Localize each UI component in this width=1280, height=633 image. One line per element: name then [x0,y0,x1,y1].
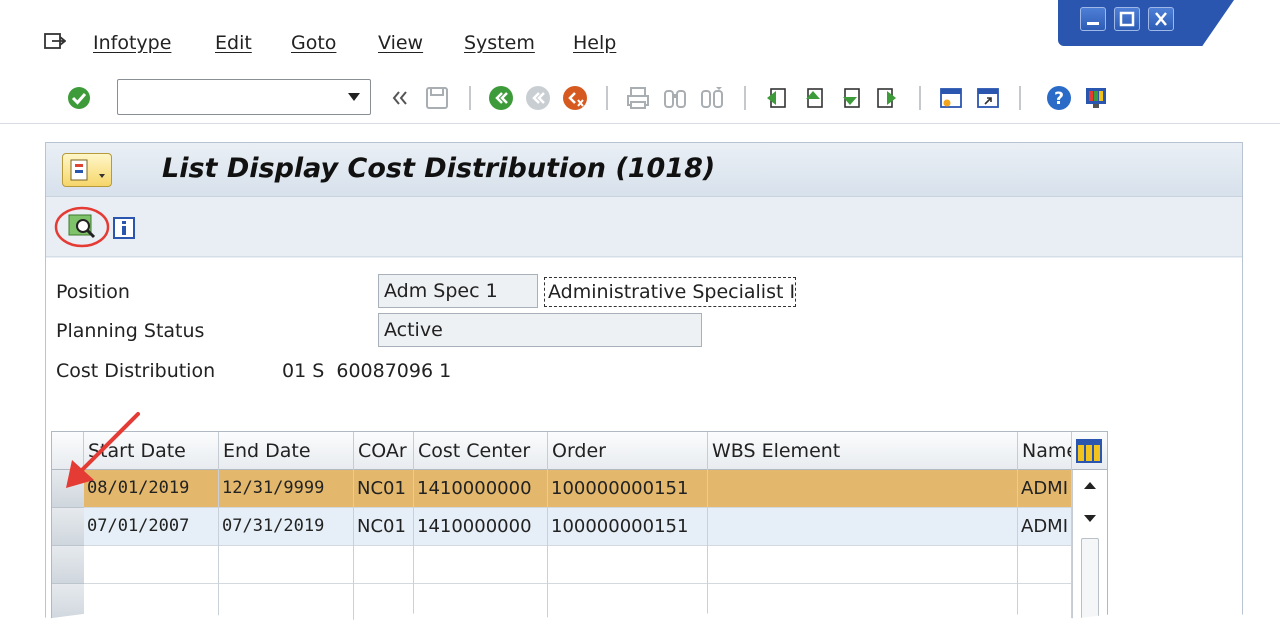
separator [1019,86,1021,110]
save-icon[interactable] [424,85,450,111]
empty-cell [354,546,414,584]
maximize-icon[interactable] [1114,7,1140,31]
column-coar[interactable]: COAr [354,432,414,470]
scroll-up-icon[interactable] [1083,480,1097,490]
cost-distribution-table: Start Date End Date COAr Cost Center Ord… [51,431,1108,633]
planning-status-label: Planning Status [56,320,205,342]
svg-text:?: ? [1054,89,1064,109]
customize-layout-icon[interactable] [1083,85,1109,111]
order-cell: 100000000151 [548,470,708,508]
cancel-icon[interactable] [562,85,588,111]
first-page-icon[interactable] [763,85,789,111]
coar-cell: NC01 [354,470,414,508]
prev-page-icon[interactable] [800,85,826,111]
empty-cell [84,546,219,584]
cost-center-cell: 1410000000 [414,508,548,546]
back-double-icon[interactable] [387,85,413,111]
table-row[interactable]: 07/01/2007 07/31/2019 NC01 1410000000 10… [52,508,1107,546]
column-cost-center[interactable]: Cost Center [414,432,548,470]
column-order[interactable]: Order [548,432,708,470]
position-field[interactable]: Adm Spec 1 [378,274,538,308]
back-icon[interactable] [488,85,514,111]
standard-toolbar: ? [0,72,1280,124]
create-session-icon[interactable] [938,85,964,111]
info-icon[interactable] [113,217,135,239]
row-selector[interactable] [52,546,84,584]
find-next-icon[interactable] [699,85,725,111]
empty-cell [1018,546,1072,584]
empty-cell [414,546,548,584]
shortcut-icon[interactable] [975,85,1001,111]
column-wbs-element[interactable]: WBS Element [708,432,1018,470]
cost-distribution-label: Cost Distribution [56,360,216,382]
scroll-down-icon[interactable] [1083,514,1097,524]
menu-icon[interactable] [44,32,66,50]
empty-cell [219,546,354,584]
menu-help[interactable]: Help [573,32,616,54]
menu-view[interactable]: View [378,32,423,54]
order-cell: 100000000151 [548,508,708,546]
name-cell: ADMI [1018,470,1072,508]
application-toolbar [46,197,1242,257]
next-page-icon[interactable] [837,85,863,111]
empty-cell [708,584,1018,622]
empty-cell [708,546,1018,584]
close-icon[interactable] [1148,7,1174,31]
cost-center-cell: 1410000000 [414,470,548,508]
table-row[interactable]: 08/01/2019 12/31/9999 NC01 1410000000 10… [52,470,1107,508]
start-date-cell: 07/01/2007 [84,508,219,546]
table-header: Start Date End Date COAr Cost Center Ord… [52,432,1107,470]
wbs-cell [708,470,1018,508]
find-icon[interactable] [662,85,688,111]
menu-edit[interactable]: Edit [215,32,252,54]
cost-distribution-value: 01 S 60087096 1 [282,360,452,382]
last-page-icon[interactable] [874,85,900,111]
separator [469,86,471,110]
menu-bar: Infotype Edit Goto View System Help [0,0,1280,72]
table-row[interactable] [52,546,1107,584]
wbs-cell [708,508,1018,546]
annotation-arrow-icon [66,412,140,488]
enter-check-icon[interactable] [66,85,92,111]
column-end-date[interactable]: End Date [219,432,354,470]
position-description: Administrative Specialist I [544,277,796,307]
column-settings-icon[interactable] [1076,439,1102,463]
window-controls [1058,0,1234,46]
row-selector-column [52,470,84,632]
planning-status-field[interactable]: Active [378,313,702,347]
choose-icon[interactable] [52,205,112,249]
separator [744,86,746,110]
menu-screen-icon[interactable] [62,153,112,187]
empty-cell [548,546,708,584]
position-label: Position [56,281,130,303]
menu-infotype[interactable]: Infotype [93,32,171,54]
row-selector[interactable] [52,508,84,546]
vertical-scrollbar[interactable] [1072,470,1107,632]
end-date-cell: 12/31/9999 [219,470,354,508]
chevron-down-icon[interactable] [348,93,360,101]
exit-icon[interactable] [525,85,551,111]
title-bar: List Display Cost Distribution (1018) [46,142,1242,197]
menu-goto[interactable]: Goto [291,32,336,54]
separator [606,86,608,110]
print-icon[interactable] [625,85,651,111]
help-icon[interactable]: ? [1046,85,1072,111]
page-title: List Display Cost Distribution (1018) [162,153,716,184]
coar-cell: NC01 [354,508,414,546]
name-cell: ADMI [1018,508,1072,546]
command-field[interactable] [117,79,371,115]
end-date-cell: 07/31/2019 [219,508,354,546]
minimize-icon[interactable] [1080,7,1106,31]
column-name[interactable]: Name [1018,432,1072,470]
menu-system[interactable]: System [464,32,535,54]
separator [919,86,921,110]
